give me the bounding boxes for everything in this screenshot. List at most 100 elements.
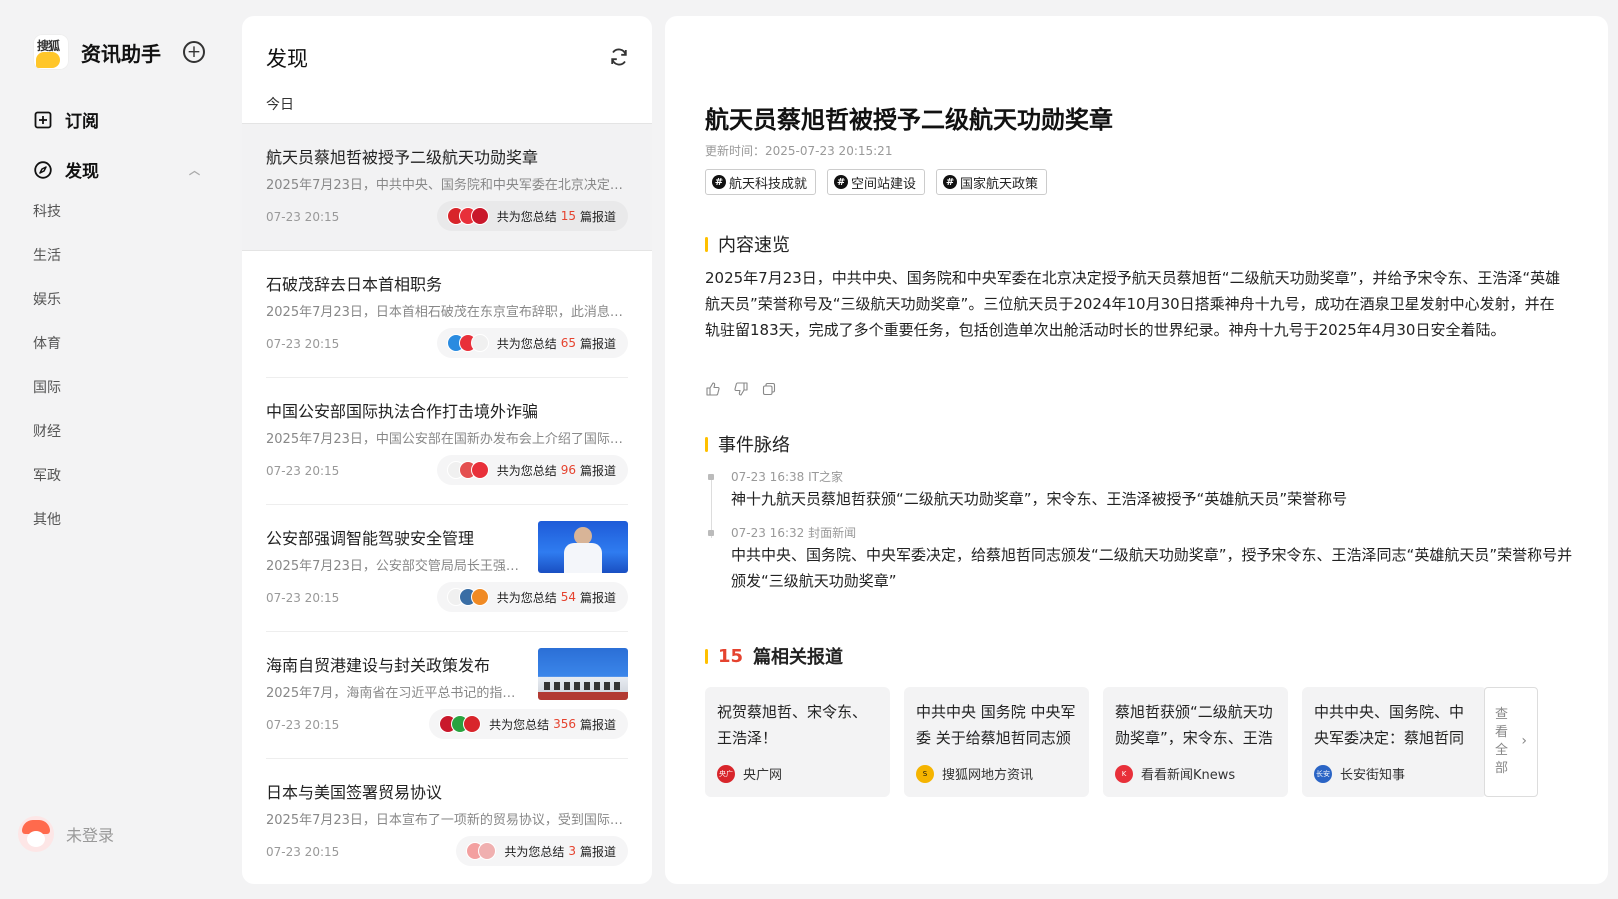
source-logo-icon [470,461,489,479]
timeline-dot [708,474,714,480]
related-title: 祝贺蔡旭哲、宋令东、王浩泽！ [717,703,868,747]
summary-prefix: 共为您总结 [496,336,557,351]
timeline: 07-23 16:38 IT之家 神十九航天员蔡旭哲获颁“二级航天功勋奖章”，宋… [705,468,1575,606]
news-item[interactable]: 中国公安部国际执法合作打击境外诈骗 2025年7月23日，中国公安部在国新办发布… [242,378,652,505]
topic-tag[interactable]: # 空间站建设 [827,169,926,195]
summary-count: 356 [553,717,576,731]
summary-pill[interactable]: 共为您总结 3 篇报道 [456,836,628,866]
related-source-name: 长安街知事 [1340,768,1406,783]
news-title: 日本与美国签署贸易协议 [266,783,443,802]
news-item[interactable]: 日本与美国签署贸易协议 2025年7月23日，日本宣布了一项新的贸易协议，受到国… [242,759,652,884]
related-cards: 祝贺蔡旭哲、宋令东、王浩泽！ 央广 央广网 中共中央 国务院 中央军委 关于给蔡… [705,687,1501,797]
sohu-logo-icon: 搜狐 [33,34,69,70]
news-title: 石破茂辞去日本首相职务 [266,275,443,294]
summary-pill[interactable]: 共为您总结 96 篇报道 [436,455,628,485]
copy-icon[interactable] [761,381,777,397]
news-item[interactable]: 石破茂辞去日本首相职务 2025年7月23日，日本首相石破茂在东京宣布辞职，此消… [242,251,652,378]
summary-prefix: 共为您总结 [489,717,550,732]
summary-count: 3 [568,844,576,858]
tag-label: 航天科技成就 [729,176,808,192]
login-button[interactable]: 未登录 [18,816,114,852]
topic-tag[interactable]: # 航天科技成就 [705,169,817,195]
login-label: 未登录 [66,826,115,845]
feed-panel: 发现 今日 航天员蔡旭哲被授予二级航天功勋奖章 2025年7月23日，中共中央、… [242,16,652,884]
news-time: 07-23 20:15 [266,591,340,605]
summary-pill[interactable]: 共为您总结 54 篇报道 [436,582,628,612]
category-item[interactable]: 财经 [33,421,61,465]
chevron-up-icon[interactable]: ︿ [189,162,200,178]
related-source: K 看看新闻Knews [1115,764,1235,783]
news-title: 公安部强调智能驾驶安全管理 [266,529,475,548]
hashtag-icon: # [834,175,849,189]
timeline-item[interactable]: 07-23 16:32 封面新闻 中共中央、国务院、中央军委决定，给蔡旭哲同志颁… [705,524,1575,594]
news-desc: 2025年7月23日，中国公安部在国新办发布会上介绍了国际执法合作成果 [266,432,626,447]
timeline-text: 神十九航天员蔡旭哲获颁“二级航天功勋奖章”，宋令东、王浩泽被授予“英雄航天员”荣… [731,490,1348,508]
source-icons [446,588,489,606]
summary-pill[interactable]: 共为您总结 15 篇报道 [436,201,628,231]
summary-pill[interactable]: 共为您总结 65 篇报道 [436,328,628,358]
news-title: 中国公安部国际执法合作打击境外诈骗 [266,402,539,421]
summary-suffix: 篇报道 [579,844,616,859]
related-card[interactable]: 中共中央、国务院、中央军委决定：蔡旭哲同志… 长安 长安街知事 [1302,687,1487,797]
brand: 搜狐 资讯助手 + [33,33,205,71]
news-thumbnail[interactable] [538,521,628,573]
news-title: 海南自贸港建设与封关政策发布 [266,656,491,675]
article-title: 航天员蔡旭哲被授予二级航天功勋奖章 [705,106,1113,134]
news-thumbnail[interactable] [538,648,628,700]
category-item[interactable]: 国际 [33,377,61,421]
related-title: 中共中央、国务院、中央军委决定：蔡旭哲同志… [1314,703,1465,747]
related-card[interactable]: 祝贺蔡旭哲、宋令东、王浩泽！ 央广 央广网 [705,687,890,797]
news-item[interactable]: 航天员蔡旭哲被授予二级航天功勋奖章 2025年7月23日，中共中央、国务院和中央… [242,123,652,251]
view-all-button[interactable]: 查看全部 › [1484,687,1538,797]
related-source: 长安 长安街知事 [1314,764,1405,783]
summary-pill[interactable]: 共为您总结 356 篇报道 [429,709,628,739]
related-source: 央广 央广网 [717,764,782,783]
source-logo-icon [470,207,489,225]
category-item[interactable]: 军政 [33,465,61,509]
related-card[interactable]: 蔡旭哲获颁“二级航天功勋奖章”，宋令东、王浩泽… K 看看新闻Knews [1103,687,1288,797]
category-item[interactable]: 其他 [33,509,61,553]
summary-prefix: 共为您总结 [496,463,557,478]
category-item[interactable]: 生活 [33,245,61,289]
nav-subscribe[interactable]: 订阅 [34,107,99,132]
related-card[interactable]: 中共中央 国务院 中央军委 关于给蔡旭哲同志颁发… S 搜狐网地方资讯 [904,687,1089,797]
category-item[interactable]: 科技 [33,201,61,245]
news-time: 07-23 20:15 [266,464,340,478]
hashtag-icon: # [712,175,726,189]
source-icons [446,334,489,352]
news-list: 航天员蔡旭哲被授予二级航天功勋奖章 2025年7月23日，中共中央、国务院和中央… [242,123,652,884]
timeline-heading-label: 事件脉络 [718,435,790,456]
timeline-item[interactable]: 07-23 16:38 IT之家 神十九航天员蔡旭哲获颁“二级航天功勋奖章”，宋… [705,468,1575,512]
summary-heading-label: 内容速览 [718,235,790,256]
nav-discover[interactable]: 发现 ︿ [34,157,200,182]
chevron-right-icon: › [1521,733,1527,749]
news-item[interactable]: 公安部强调智能驾驶安全管理 2025年7月23日，公安部交管局局长王强在发布会上… [242,505,652,632]
related-title: 蔡旭哲获颁“二级航天功勋奖章”，宋令东、王浩泽… [1115,703,1273,747]
summary-suffix: 篇报道 [579,209,616,224]
summary-count: 65 [560,336,576,350]
related-source: S 搜狐网地方资讯 [916,764,1033,783]
category-item[interactable]: 娱乐 [33,289,61,333]
tag-label: 国家航天政策 [960,176,1039,192]
detail-panel: 航天员蔡旭哲被授予二级航天功勋奖章 更新时间：2025-07-23 20:15:… [665,16,1608,884]
refresh-icon[interactable] [608,46,630,68]
news-desc: 2025年7月23日，公安部交管局局长王强在发布会上表示 [266,559,521,574]
feed-title: 发现 [266,47,308,71]
related-source-name: 央广网 [743,768,783,783]
plus-circle-icon[interactable]: + [183,41,205,63]
section-bar [705,648,708,664]
news-item[interactable]: 海南自贸港建设与封关政策发布 2025年7月，海南省在习近平总书记的指导下推进自… [242,632,652,759]
news-desc: 2025年7月23日，日本首相石破茂在东京宣布辞职，此消息由多家媒体报道 [266,305,626,320]
category-item[interactable]: 体育 [33,333,61,377]
summary-suffix: 篇报道 [579,590,616,605]
summary-suffix: 篇报道 [579,717,616,732]
thumbs-up-icon[interactable] [705,381,721,397]
source-icons [446,461,489,479]
thumbs-down-icon[interactable] [733,381,749,397]
topic-tag[interactable]: # 国家航天政策 [936,169,1048,195]
source-icons [446,207,489,225]
summary-suffix: 篇报道 [579,336,616,351]
news-time: 07-23 20:15 [266,845,340,859]
timeline-meta: 07-23 16:32 封面新闻 [731,526,857,540]
view-all-label: 查看全部 [1495,707,1509,776]
